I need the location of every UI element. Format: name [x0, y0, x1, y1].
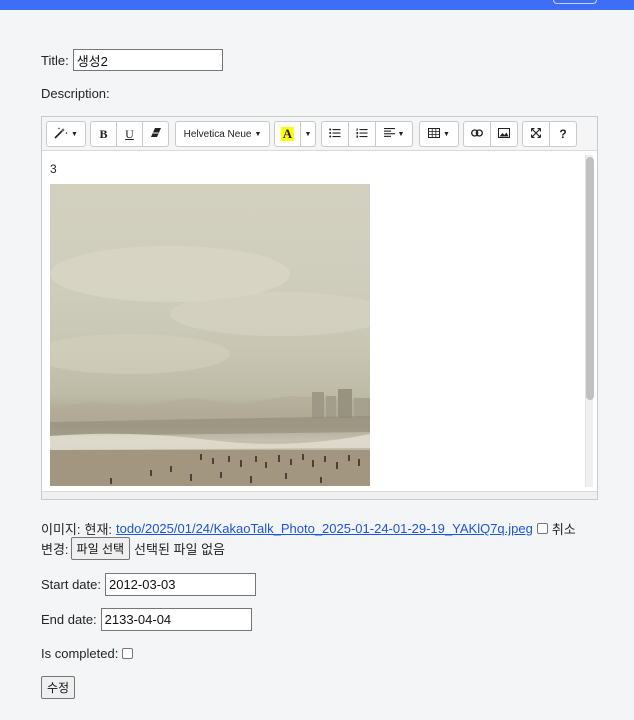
font-family-label: Helvetica Neue [183, 128, 252, 140]
current-label: 현재: [84, 522, 113, 537]
font-color-dropdown[interactable]: ▼ [300, 121, 316, 147]
picture-icon [498, 127, 510, 141]
start-date-row: Start date: [41, 573, 256, 596]
top-navbar [0, 0, 634, 10]
link-icon [471, 128, 483, 140]
current-image-link[interactable]: todo/2025/01/24/KakaoTalk_Photo_2025-01-… [116, 521, 533, 536]
insert-picture-button[interactable] [490, 121, 518, 147]
editor-resize-handle[interactable] [42, 491, 597, 499]
chevron-down-icon: ▼ [71, 130, 78, 138]
paragraph-align-dropdown[interactable]: ▼ [375, 121, 413, 147]
end-date-label: End date: [41, 612, 97, 627]
start-date-input[interactable] [104, 573, 256, 596]
title-input[interactable] [72, 49, 223, 71]
align-left-icon [383, 128, 395, 140]
title-row: Title: [41, 49, 223, 71]
editor-scrollbar[interactable] [585, 155, 594, 487]
insert-link-button[interactable] [463, 121, 491, 147]
image-current-row: 이미지: 현재: todo/2025/01/24/KakaoTalk_Photo… [41, 519, 576, 538]
start-date-label: Start date: [41, 577, 101, 592]
table-icon [428, 127, 441, 141]
editor-content[interactable]: 3 [42, 152, 583, 491]
is-completed-row: Is completed: [41, 646, 137, 661]
image-clear-checkbox[interactable] [536, 523, 548, 534]
end-date-row: End date: [41, 608, 252, 631]
beach-photo [50, 184, 370, 486]
font-color-icon: A [280, 126, 295, 141]
unordered-list-button[interactable] [321, 121, 349, 147]
font-family-dropdown[interactable]: Helvetica Neue ▼ [175, 121, 270, 147]
font-color-button[interactable]: A [274, 121, 301, 147]
underline-button[interactable]: U [116, 121, 143, 147]
choose-file-button[interactable]: 파일 선택 [70, 537, 131, 560]
table-dropdown[interactable]: ▼ [419, 121, 459, 147]
image-change-row: 변경: 파일 선택 선택된 파일 없음 [41, 537, 225, 560]
submit-button[interactable]: 수정 [41, 676, 76, 699]
submit-row: 수정 [41, 676, 76, 699]
clear-format-button[interactable] [142, 121, 169, 147]
change-label: 변경: [41, 542, 69, 557]
scrollbar-thumb[interactable] [586, 157, 594, 400]
chevron-down-icon: ▼ [397, 130, 405, 138]
description-row: Description: [41, 86, 110, 101]
ordered-list-button[interactable] [348, 121, 376, 147]
chevron-down-icon: ▼ [254, 130, 262, 138]
expand-icon [530, 127, 542, 141]
chevron-down-icon: ▼ [443, 130, 450, 138]
end-date-input[interactable] [100, 608, 252, 631]
fullscreen-button[interactable] [522, 121, 550, 147]
is-completed-label: Is completed: [41, 646, 119, 661]
style-button[interactable]: ▼ [46, 121, 86, 147]
is-completed-checkbox[interactable] [122, 648, 134, 659]
image-label: 이미지: [41, 522, 81, 537]
chevron-down-icon: ▼ [304, 130, 312, 138]
editor-toolbar: ▼ B U Helvetica Neue ▼ A ▼ ▼ ▼ ? [42, 117, 597, 151]
bold-button[interactable]: B [90, 121, 117, 147]
editor-text: 3 [50, 162, 57, 176]
eraser-icon [150, 127, 162, 141]
magic-wand-icon [54, 127, 68, 142]
image-clear-label: 취소 [551, 522, 576, 537]
no-file-text: 선택된 파일 없음 [134, 542, 225, 557]
navbar-toggle-button[interactable] [553, 0, 597, 4]
help-button[interactable]: ? [549, 121, 577, 147]
title-label: Title: [41, 52, 69, 68]
bullet-list-icon [329, 128, 341, 141]
rich-text-editor: ▼ B U Helvetica Neue ▼ A ▼ ▼ ▼ ? 3 [41, 116, 598, 500]
description-label: Description: [41, 86, 110, 101]
numbered-list-icon [356, 128, 368, 141]
